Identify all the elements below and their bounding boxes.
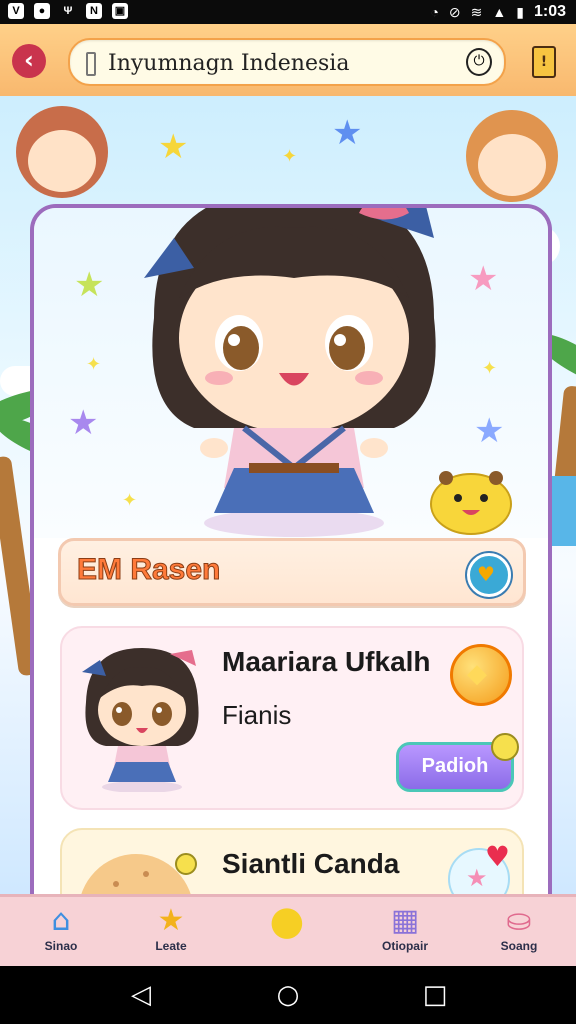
antenna-icon: Ψ	[63, 5, 73, 17]
character-thumbnail	[82, 648, 199, 792]
clipboard-icon[interactable]: !	[532, 46, 556, 78]
heart-icon: ♥	[477, 562, 495, 586]
item-name: Maariara Ufkalh	[222, 646, 431, 677]
back-button[interactable]: ‹	[12, 44, 46, 78]
title-banner: EM Rasen ♥	[58, 538, 526, 606]
avatar-top-right[interactable]	[466, 110, 558, 202]
diamond-icon: ◆	[467, 659, 487, 689]
list-item[interactable]: Maariara Ufkalh Fianis ◆ Padioh	[60, 626, 524, 810]
status-bar: V ● Ψ N ▣ ◔ ⊘ ≋ ▲ ▮ 1:03	[0, 0, 576, 24]
tab-label: Sinao	[44, 939, 78, 953]
alarm-icon: ◔	[430, 4, 439, 20]
house-icon: ⌂	[51, 903, 71, 938]
heart-icon: ♥	[484, 840, 510, 873]
mascot-badge-icon	[491, 733, 519, 761]
chevron-left-icon: ‹	[24, 46, 34, 74]
sparkle-icon: ✦	[86, 354, 102, 375]
home-circle-icon[interactable]: ○	[273, 980, 303, 1010]
chibi-character	[144, 208, 436, 537]
status-time: 1:03	[533, 3, 566, 20]
address-bar[interactable]: ⏻	[68, 38, 506, 86]
action-button[interactable]: Padioh	[396, 733, 519, 792]
power-icon[interactable]: ⏻	[466, 48, 492, 76]
favorite-button[interactable]: ♥	[467, 553, 511, 597]
address-input[interactable]	[106, 48, 450, 78]
card-title: EM Rasen	[76, 553, 221, 587]
bottom-tab-bar: ⌂ Sinao ★ Leate ● ▦ Otiopair ⛀ Soang	[0, 894, 576, 969]
top-app-bar: ‹ ⏻ !	[0, 24, 576, 98]
system-nav-bar: ◁ ○ □	[0, 966, 576, 1024]
gem-button[interactable]: ◆	[450, 644, 512, 706]
back-triangle-icon[interactable]: ◁	[126, 980, 156, 1010]
o-icon: ●	[34, 3, 50, 19]
sparkle-icon: ✦	[482, 358, 498, 379]
star-icon: ★	[158, 127, 189, 167]
star-icon: ★	[74, 265, 105, 305]
star-icon: ★	[474, 411, 505, 451]
tab-center[interactable]: ●	[246, 898, 328, 965]
tab-label: Soang	[500, 939, 538, 953]
tab-soang[interactable]: ⛀ Soang	[478, 903, 560, 965]
tab-label: Otiopair	[381, 939, 428, 953]
item-name: Siantli Canda	[222, 848, 400, 879]
shop-icon: ▦	[390, 903, 420, 938]
page-icon	[86, 52, 96, 76]
tab-home[interactable]: ⌂ Sinao	[20, 903, 102, 965]
item-subtitle: Fianis	[222, 700, 292, 730]
hero-area: ★ ★ ★ ★ ✦ ✦ ✦	[34, 208, 548, 538]
v-icon: V	[8, 3, 24, 19]
main-card: ★ ★ ★ ★ ✦ ✦ ✦ EM Rasen ♥ Maariara Ufkalh…	[30, 204, 552, 932]
star-icon: ★	[68, 403, 99, 443]
action-button-label: Padioh	[421, 755, 489, 777]
basket-icon: ⛀	[506, 903, 532, 938]
fruit-icon: ●	[269, 898, 305, 944]
star-icon: ★	[157, 903, 185, 938]
star-icon: ★	[468, 259, 499, 299]
wifi-icon: ≋	[470, 3, 483, 20]
sparkle-icon: ✦	[282, 146, 298, 167]
battery-icon: ▮	[516, 3, 524, 20]
avatar-top-left[interactable]	[16, 106, 108, 198]
star-icon: ★	[332, 113, 363, 153]
tab-leate[interactable]: ★ Leate	[130, 903, 212, 965]
recents-square-icon[interactable]: □	[420, 980, 450, 1010]
dnd-icon: ⊘	[448, 3, 461, 20]
tab-label: Leate	[155, 939, 187, 953]
signal-icon: ▲	[492, 4, 507, 20]
nfc-icon: N	[86, 3, 102, 19]
yellow-mascot	[430, 471, 512, 535]
tab-otiopair[interactable]: ▦ Otiopair	[364, 903, 446, 965]
photo-icon: ▣	[112, 3, 128, 19]
